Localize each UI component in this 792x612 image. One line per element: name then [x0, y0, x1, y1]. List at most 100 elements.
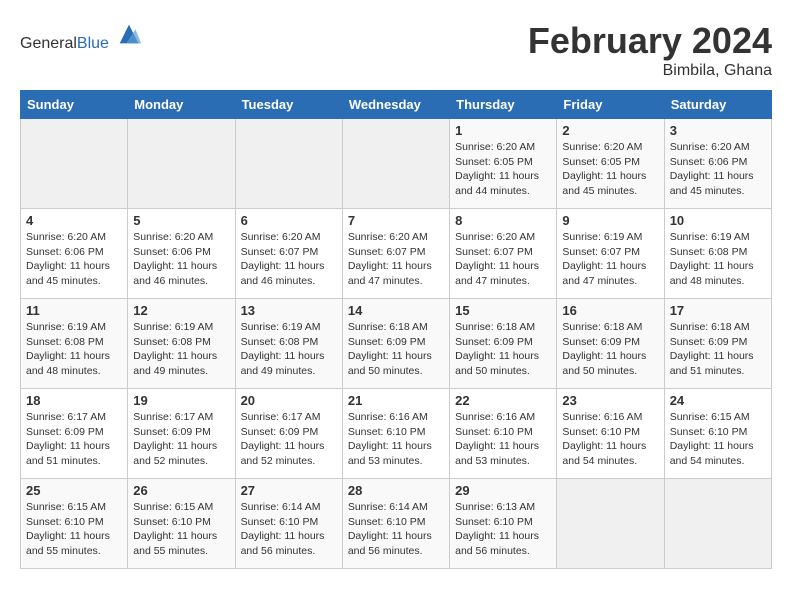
day-info: Sunrise: 6:20 AM Sunset: 6:07 PM Dayligh…	[455, 230, 551, 289]
day-info: Sunrise: 6:14 AM Sunset: 6:10 PM Dayligh…	[241, 500, 337, 559]
calendar-cell: 25Sunrise: 6:15 AM Sunset: 6:10 PM Dayli…	[21, 479, 128, 569]
day-number: 9	[562, 213, 658, 228]
calendar-cell: 4 Sunrise: 6:20 AM Sunset: 6:06 PM Daylig…	[21, 209, 128, 299]
logo-general-text: General	[20, 35, 77, 52]
calendar-cell: 16 Sunrise: 6:18 AM Sunset: 6:09 PM Dayli…	[557, 299, 664, 389]
calendar-cell: 1 Sunrise: 6:20 AM Sunset: 6:05 PM Daylig…	[450, 119, 557, 209]
day-number: 17	[670, 303, 766, 318]
calendar-cell: 11 Sunrise: 6:19 AM Sunset: 6:08 PM Dayli…	[21, 299, 128, 389]
calendar-cell: 29Sunrise: 6:13 AM Sunset: 6:10 PM Dayli…	[450, 479, 557, 569]
calendar-cell: 7 Sunrise: 6:20 AM Sunset: 6:07 PM Daylig…	[342, 209, 449, 299]
day-number: 12	[133, 303, 229, 318]
calendar-cell: 13 Sunrise: 6:19 AM Sunset: 6:08 PM Dayli…	[235, 299, 342, 389]
day-number: 19	[133, 393, 229, 408]
calendar-week-row: 4 Sunrise: 6:20 AM Sunset: 6:06 PM Daylig…	[21, 209, 772, 299]
calendar-cell	[128, 119, 235, 209]
calendar-cell: 17 Sunrise: 6:18 AM Sunset: 6:09 PM Dayli…	[664, 299, 771, 389]
calendar-table: SundayMondayTuesdayWednesdayThursdayFrid…	[20, 90, 772, 569]
day-number: 21	[348, 393, 444, 408]
day-number: 27	[241, 483, 337, 498]
day-info: Sunrise: 6:16 AM Sunset: 6:10 PM Dayligh…	[562, 410, 658, 469]
day-info: Sunrise: 6:15 AM Sunset: 6:10 PM Dayligh…	[670, 410, 766, 469]
day-number: 25	[26, 483, 122, 498]
day-info: Sunrise: 6:19 AM Sunset: 6:08 PM Dayligh…	[26, 320, 122, 379]
calendar-cell: 26 Sunrise: 6:15 AM Sunset: 6:10 PM Dayli…	[128, 479, 235, 569]
day-number: 8	[455, 213, 551, 228]
weekday-header-saturday: Saturday	[664, 91, 771, 119]
logo-blue-text: Blue	[77, 35, 109, 52]
day-info: Sunrise: 6:20 AM Sunset: 6:06 PM Dayligh…	[133, 230, 229, 289]
logo-icon	[115, 20, 143, 48]
calendar-cell: 15 Sunrise: 6:18 AM Sunset: 6:09 PM Dayli…	[450, 299, 557, 389]
calendar-cell: 23 Sunrise: 6:16 AM Sunset: 6:10 PM Dayli…	[557, 389, 664, 479]
calendar-cell: 12 Sunrise: 6:19 AM Sunset: 6:08 PM Dayli…	[128, 299, 235, 389]
day-info: Sunrise: 6:20 AM Sunset: 6:06 PM Dayligh…	[26, 230, 122, 289]
calendar-week-row: 11 Sunrise: 6:19 AM Sunset: 6:08 PM Dayli…	[21, 299, 772, 389]
day-info: Sunrise: 6:17 AM Sunset: 6:09 PM Dayligh…	[241, 410, 337, 469]
page-header: GeneralBlue February 2024 Bimbila, Ghana	[20, 20, 772, 80]
day-info: Sunrise: 6:13 AM Sunset: 6:10 PM Dayligh…	[455, 500, 551, 559]
day-info: Sunrise: 6:20 AM Sunset: 6:05 PM Dayligh…	[562, 140, 658, 199]
day-info: Sunrise: 6:19 AM Sunset: 6:08 PM Dayligh…	[241, 320, 337, 379]
day-info: Sunrise: 6:19 AM Sunset: 6:08 PM Dayligh…	[670, 230, 766, 289]
day-number: 7	[348, 213, 444, 228]
day-info: Sunrise: 6:17 AM Sunset: 6:09 PM Dayligh…	[133, 410, 229, 469]
day-info: Sunrise: 6:20 AM Sunset: 6:07 PM Dayligh…	[241, 230, 337, 289]
calendar-cell: 9 Sunrise: 6:19 AM Sunset: 6:07 PM Daylig…	[557, 209, 664, 299]
calendar-cell	[557, 479, 664, 569]
day-number: 3	[670, 123, 766, 138]
day-number: 13	[241, 303, 337, 318]
day-number: 22	[455, 393, 551, 408]
calendar-cell: 6 Sunrise: 6:20 AM Sunset: 6:07 PM Daylig…	[235, 209, 342, 299]
location-title: Bimbila, Ghana	[528, 62, 772, 80]
day-info: Sunrise: 6:17 AM Sunset: 6:09 PM Dayligh…	[26, 410, 122, 469]
day-number: 4	[26, 213, 122, 228]
day-number: 15	[455, 303, 551, 318]
day-info: Sunrise: 6:18 AM Sunset: 6:09 PM Dayligh…	[455, 320, 551, 379]
day-number: 18	[26, 393, 122, 408]
title-area: February 2024 Bimbila, Ghana	[528, 20, 772, 80]
calendar-cell: 3 Sunrise: 6:20 AM Sunset: 6:06 PM Daylig…	[664, 119, 771, 209]
logo: GeneralBlue	[20, 20, 143, 53]
day-info: Sunrise: 6:16 AM Sunset: 6:10 PM Dayligh…	[348, 410, 444, 469]
day-number: 26	[133, 483, 229, 498]
weekday-header-wednesday: Wednesday	[342, 91, 449, 119]
calendar-week-row: 18 Sunrise: 6:17 AM Sunset: 6:09 PM Dayli…	[21, 389, 772, 479]
calendar-cell	[235, 119, 342, 209]
weekday-header-sunday: Sunday	[21, 91, 128, 119]
day-info: Sunrise: 6:19 AM Sunset: 6:08 PM Dayligh…	[133, 320, 229, 379]
day-number: 2	[562, 123, 658, 138]
day-number: 10	[670, 213, 766, 228]
day-info: Sunrise: 6:15 AM Sunset: 6:10 PM Dayligh…	[133, 500, 229, 559]
day-number: 16	[562, 303, 658, 318]
calendar-cell: 8 Sunrise: 6:20 AM Sunset: 6:07 PM Daylig…	[450, 209, 557, 299]
day-info: Sunrise: 6:19 AM Sunset: 6:07 PM Dayligh…	[562, 230, 658, 289]
calendar-cell	[342, 119, 449, 209]
day-number: 23	[562, 393, 658, 408]
day-info: Sunrise: 6:18 AM Sunset: 6:09 PM Dayligh…	[348, 320, 444, 379]
calendar-cell: 21 Sunrise: 6:16 AM Sunset: 6:10 PM Dayli…	[342, 389, 449, 479]
calendar-cell: 27 Sunrise: 6:14 AM Sunset: 6:10 PM Dayli…	[235, 479, 342, 569]
day-info: Sunrise: 6:20 AM Sunset: 6:06 PM Dayligh…	[670, 140, 766, 199]
calendar-cell: 5Sunrise: 6:20 AM Sunset: 6:06 PM Daylig…	[128, 209, 235, 299]
calendar-week-row: 25 Sunrise: 6:15 AM Sunset: 6:10 PM Dayli…	[21, 479, 772, 569]
day-number: 14	[348, 303, 444, 318]
day-number: 24	[670, 393, 766, 408]
day-number: 6	[241, 213, 337, 228]
weekday-header-row: SundayMondayTuesdayWednesdayThursdayFrid…	[21, 91, 772, 119]
day-number: 11	[26, 303, 122, 318]
weekday-header-friday: Friday	[557, 91, 664, 119]
day-info: Sunrise: 6:20 AM Sunset: 6:05 PM Dayligh…	[455, 140, 551, 199]
day-info: Sunrise: 6:20 AM Sunset: 6:07 PM Dayligh…	[348, 230, 444, 289]
calendar-week-row: 1 Sunrise: 6:20 AM Sunset: 6:05 PM Daylig…	[21, 119, 772, 209]
day-number: 28	[348, 483, 444, 498]
calendar-cell: 18 Sunrise: 6:17 AM Sunset: 6:09 PM Dayli…	[21, 389, 128, 479]
calendar-cell: 28 Sunrise: 6:14 AM Sunset: 6:10 PM Dayli…	[342, 479, 449, 569]
day-info: Sunrise: 6:18 AM Sunset: 6:09 PM Dayligh…	[670, 320, 766, 379]
day-number: 1	[455, 123, 551, 138]
calendar-cell: 19 Sunrise: 6:17 AM Sunset: 6:09 PM Dayli…	[128, 389, 235, 479]
day-info: Sunrise: 6:14 AM Sunset: 6:10 PM Dayligh…	[348, 500, 444, 559]
day-number: 20	[241, 393, 337, 408]
calendar-cell: 14 Sunrise: 6:18 AM Sunset: 6:09 PM Dayli…	[342, 299, 449, 389]
day-info: Sunrise: 6:18 AM Sunset: 6:09 PM Dayligh…	[562, 320, 658, 379]
